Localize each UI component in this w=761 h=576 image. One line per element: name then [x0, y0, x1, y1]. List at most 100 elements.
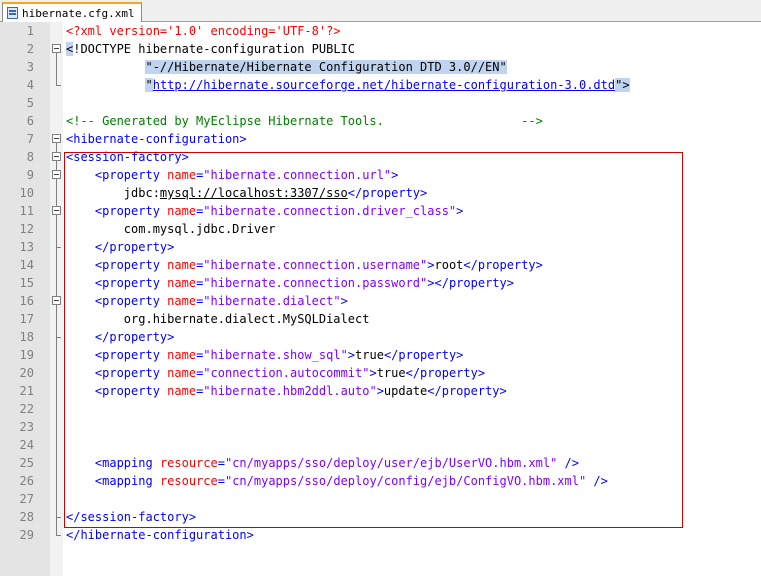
line-number: 9 [26, 168, 34, 182]
token-tag: </property> [94, 240, 175, 254]
line-number: 29 [19, 528, 34, 542]
token-doc [66, 78, 145, 92]
line-number: 25 [19, 456, 34, 470]
token-sel: " [145, 78, 153, 92]
code-line[interactable]: 11 <property name="hibernate.connection.… [0, 202, 761, 220]
token-attr: name [167, 168, 197, 182]
fold-guide [56, 179, 57, 193]
code-line[interactable]: 10 jdbc:mysql://localhost:3307/sso</prop… [0, 184, 761, 202]
token-txt: true [376, 366, 406, 380]
token-val: "hibernate.show_sql" [203, 348, 348, 362]
code-line[interactable]: 25 <mapping resource="cn/myapps/sso/depl… [0, 454, 761, 472]
fold-toggle-icon[interactable] [52, 134, 61, 143]
token-val: "hibernate.dialect" [203, 294, 341, 308]
token-tag: </property> [427, 384, 507, 398]
file-icon [7, 7, 18, 19]
code-line[interactable]: 9 <property name="hibernate.connection.u… [0, 166, 761, 184]
code-text: "-//Hibernate/Hibernate Configuration DT… [66, 58, 507, 76]
token-val: "hibernate.connection.driver_class" [203, 204, 457, 218]
code-line[interactable]: 4 "http://hibernate.sourceforge.net/hibe… [0, 76, 761, 94]
token-tag: > [391, 168, 399, 182]
fold-toggle-icon[interactable] [52, 296, 61, 305]
code-line[interactable]: 7 <hibernate-configuration> [0, 130, 761, 148]
code-line[interactable]: 5 [0, 94, 761, 112]
code-line[interactable]: 12 com.mysql.jdbc.Driver [0, 220, 761, 238]
token-attr: name [167, 384, 197, 398]
code-line[interactable]: 15 <property name="hibernate.connection.… [0, 274, 761, 292]
code-line[interactable]: 26 <mapping resource="cn/myapps/sso/depl… [0, 472, 761, 490]
token-tag: ></property> [427, 276, 514, 290]
token-txt: update [383, 384, 428, 398]
line-number: 7 [26, 132, 34, 146]
token-tag: <property [94, 294, 168, 308]
code-line[interactable]: 17 org.hibernate.dialect.MySQLDialect [0, 310, 761, 328]
code-line[interactable]: 14 <property name="hibernate.connection.… [0, 256, 761, 274]
token-sel: "-//Hibernate/Hibernate Configuration DT… [145, 60, 507, 74]
token-val: "hibernate.hbm2ddl.auto" [203, 384, 377, 398]
token-tag: </session-factory> [66, 510, 197, 524]
fold-toggle-icon[interactable] [52, 206, 61, 215]
fold-guide [56, 305, 57, 337]
code-line[interactable]: 16 <property name="hibernate.dialect"> [0, 292, 761, 310]
tab-hibernate-cfg[interactable]: hibernate.cfg.xml [2, 2, 142, 22]
line-number: 27 [19, 492, 34, 506]
code-line[interactable]: 28 </session-factory> [0, 508, 761, 526]
code-text: <property name="hibernate.connection.pas… [66, 274, 514, 292]
code-line[interactable]: 13 </property> [0, 238, 761, 256]
fold-end [56, 247, 61, 248]
token-val: "hibernate.connection.url" [203, 168, 392, 182]
token-pi: <?xml version='1.0' encoding='UTF-8'?> [66, 24, 341, 38]
code-text: </hibernate-configuration> [66, 526, 254, 544]
code-text: org.hibernate.dialect.MySQLDialect [66, 310, 370, 328]
token-tag: > [369, 366, 377, 380]
fold-toggle-icon[interactable] [52, 170, 61, 179]
code-line[interactable]: 24 [0, 436, 761, 454]
code-line[interactable]: 6 <!-- Generated by MyEclipse Hibernate T… [0, 112, 761, 130]
code-line[interactable]: 19 <property name="hibernate.show_sql">t… [0, 346, 761, 364]
fold-toggle-icon[interactable] [52, 152, 61, 161]
token-tag: /> [586, 474, 608, 488]
token-val: "hibernate.connection.username" [203, 258, 428, 272]
token-txt: com.mysql.jdbc.Driver [66, 222, 276, 236]
code-text: <property name="connection.autocommit">t… [66, 364, 485, 382]
line-number: 12 [19, 222, 34, 236]
line-number: 17 [19, 312, 34, 326]
token-tag: <property [94, 366, 168, 380]
code-line[interactable]: 29 </hibernate-configuration> [0, 526, 761, 544]
token-tag: </property> [94, 330, 175, 344]
code-line[interactable]: 18 </property> [0, 328, 761, 346]
code-text: <mapping resource="cn/myapps/sso/deploy/… [66, 454, 579, 472]
line-number: 6 [26, 114, 34, 128]
token-tag: </property> [463, 258, 543, 272]
code-line[interactable]: 8 <session-factory> [0, 148, 761, 166]
code-line[interactable]: 22 [0, 400, 761, 418]
fold-end [56, 337, 61, 338]
line-number: 15 [19, 276, 34, 290]
token-tag: <hibernate-configuration> [66, 132, 247, 146]
token-txt: jdbc: [66, 186, 160, 200]
line-number: 28 [19, 510, 34, 524]
code-line[interactable]: 3 "-//Hibernate/Hibernate Configuration … [0, 58, 761, 76]
code-text: <!-- Generated by MyEclipse Hibernate To… [66, 112, 543, 130]
token-tag: </property> [383, 348, 464, 362]
token-attr: name [167, 366, 197, 380]
code-line[interactable]: 2 <!DOCTYPE hibernate-configuration PUBLI… [0, 40, 761, 58]
code-line[interactable]: 27 [0, 490, 761, 508]
token-tag: <mapping [94, 456, 160, 470]
code-text: com.mysql.jdbc.Driver [66, 220, 276, 238]
code-editor[interactable]: 1 <?xml version='1.0' encoding='UTF-8'?> 2… [0, 22, 761, 576]
code-line[interactable]: 23 [0, 418, 761, 436]
code-line[interactable]: 1 <?xml version='1.0' encoding='UTF-8'?> [0, 22, 761, 40]
token-tag: > [456, 204, 464, 218]
fold-end [56, 85, 61, 86]
line-number: 24 [19, 438, 34, 452]
fold-toggle-icon[interactable] [52, 44, 61, 53]
line-number: 23 [19, 420, 34, 434]
token-attr: name [167, 276, 197, 290]
line-number: 13 [19, 240, 34, 254]
code-line[interactable]: 20 <property name="connection.autocommit… [0, 364, 761, 382]
code-line[interactable]: 21 <property name="hibernate.hbm2ddl.aut… [0, 382, 761, 400]
